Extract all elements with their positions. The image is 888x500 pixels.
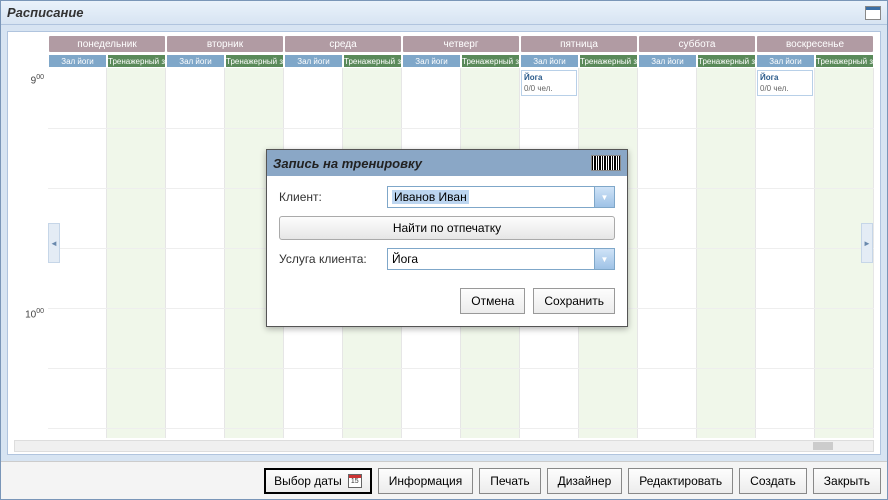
client-combobox[interactable]: Иванов Иван ▼ — [387, 186, 615, 208]
service-combobox[interactable]: Йога ▼ — [387, 248, 615, 270]
calendar-icon: 15 — [348, 474, 362, 488]
room-gym[interactable]: Тренажерный зал — [461, 54, 520, 68]
cancel-button[interactable]: Отмена — [460, 288, 525, 314]
chevron-down-icon[interactable]: ▼ — [594, 187, 614, 207]
room-gym[interactable]: Тренажерный зал — [815, 54, 874, 68]
client-label: Клиент: — [279, 190, 379, 204]
room-yoga[interactable]: Зал йоги — [48, 54, 107, 68]
create-button[interactable]: Создать — [739, 468, 807, 494]
save-button[interactable]: Сохранить — [533, 288, 615, 314]
info-button[interactable]: Информация — [378, 468, 473, 494]
barcode-icon[interactable] — [591, 155, 621, 171]
date-picker-button[interactable]: Выбор даты 15 — [264, 468, 372, 494]
service-label: Услуга клиента: — [279, 252, 379, 266]
close-button[interactable]: Закрыть — [813, 468, 881, 494]
dialog-body: Клиент: Иванов Иван ▼ Найти по отпечатку… — [267, 176, 627, 326]
edit-button[interactable]: Редактировать — [628, 468, 733, 494]
schedule-window: Расписание понедельник вторник среда чет… — [0, 0, 888, 500]
next-week-button[interactable]: ► — [861, 223, 873, 263]
restore-icon[interactable] — [865, 6, 881, 20]
scrollbar-thumb[interactable] — [813, 442, 833, 450]
chevron-down-icon[interactable]: ▼ — [594, 249, 614, 269]
room-yoga[interactable]: Зал йоги — [520, 54, 579, 68]
day-header-sat[interactable]: суббота — [638, 35, 756, 53]
event-friday-yoga[interactable]: Йога 0/0 чел. — [521, 70, 577, 96]
room-header-row: Зал йогиТренажерный зал Зал йогиТренажер… — [48, 54, 874, 68]
day-header-mon[interactable]: понедельник — [48, 35, 166, 53]
window-title: Расписание — [7, 5, 84, 20]
room-yoga[interactable]: Зал йоги — [756, 54, 815, 68]
service-value: Йога — [392, 252, 418, 266]
find-by-fingerprint-button[interactable]: Найти по отпечатку — [279, 216, 615, 240]
event-title: Йога — [524, 73, 574, 82]
event-subtitle: 0/0 чел. — [760, 84, 810, 93]
room-gym[interactable]: Тренажерный зал — [579, 54, 638, 68]
day-header-fri[interactable]: пятница — [520, 35, 638, 53]
horizontal-scrollbar[interactable] — [14, 440, 874, 452]
col-sun-yoga: Йога 0/0 чел. — [756, 68, 815, 438]
room-yoga[interactable]: Зал йоги — [166, 54, 225, 68]
designer-button[interactable]: Дизайнер — [547, 468, 623, 494]
day-header-wed[interactable]: среда — [284, 35, 402, 53]
day-header-thu[interactable]: четверг — [402, 35, 520, 53]
time-10: 1000 — [25, 308, 44, 320]
dialog-titlebar[interactable]: Запись на тренировку — [267, 150, 627, 176]
room-gym[interactable]: Тренажерный зал — [343, 54, 402, 68]
event-title: Йога — [760, 73, 810, 82]
prev-week-button[interactable]: ◄ — [48, 223, 60, 263]
dialog-title: Запись на тренировку — [273, 156, 422, 171]
event-sunday-yoga[interactable]: Йога 0/0 чел. — [757, 70, 813, 96]
date-picker-label: Выбор даты — [274, 474, 342, 488]
room-gym[interactable]: Тренажерный зал — [225, 54, 284, 68]
room-gym[interactable]: Тренажерный зал — [697, 54, 756, 68]
event-subtitle: 0/0 чел. — [524, 84, 574, 93]
time-9: 900 — [31, 74, 44, 86]
room-yoga[interactable]: Зал йоги — [284, 54, 343, 68]
room-yoga[interactable]: Зал йоги — [638, 54, 697, 68]
booking-dialog: Запись на тренировку Клиент: Иванов Иван… — [266, 149, 628, 327]
day-header-tue[interactable]: вторник — [166, 35, 284, 53]
room-gym[interactable]: Тренажерный зал — [107, 54, 166, 68]
client-value: Иванов Иван — [392, 190, 469, 204]
titlebar: Расписание — [1, 1, 887, 25]
footer-toolbar: Выбор даты 15 Информация Печать Дизайнер… — [1, 461, 887, 499]
day-header-sun[interactable]: воскресенье — [756, 35, 874, 53]
time-gutter: 900 1000 — [8, 68, 48, 438]
room-yoga[interactable]: Зал йоги — [402, 54, 461, 68]
day-header-row: понедельник вторник среда четверг пятниц… — [48, 35, 874, 53]
print-button[interactable]: Печать — [479, 468, 540, 494]
